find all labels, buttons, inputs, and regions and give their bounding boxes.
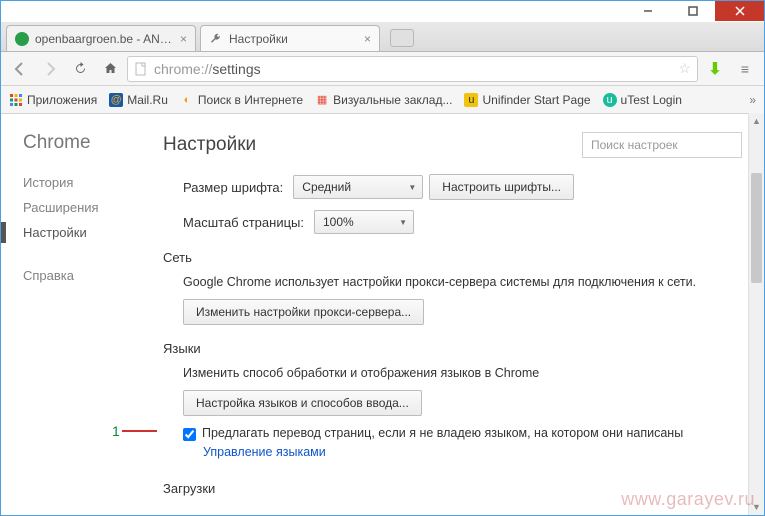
bookmark-mailru[interactable]: @ Mail.Ru <box>109 93 168 107</box>
window-close-button[interactable] <box>715 1 764 21</box>
utest-icon: u <box>603 93 617 107</box>
downloads-button[interactable]: ⬇ <box>702 56 728 82</box>
url-text: chrome://settings <box>154 61 261 77</box>
settings-sidebar: Chrome История Расширения Настройки Спра… <box>1 114 151 515</box>
sidebar-item-help[interactable]: Справка <box>23 263 151 288</box>
tab-close-icon[interactable]: × <box>364 32 371 46</box>
unifinder-icon: u <box>464 93 478 107</box>
font-size-label: Размер шрифта: <box>183 180 283 195</box>
visual-bookmarks-icon: ▦ <box>315 93 329 107</box>
network-description: Google Chrome использует настройки прокс… <box>183 275 742 289</box>
bookmarks-bar: Приложения @ Mail.Ru ◐ Поиск в Интернете ▦… <box>1 86 764 114</box>
languages-section-title: Языки <box>163 341 742 356</box>
tab-1[interactable]: Настройки × <box>200 25 380 51</box>
sidebar-item-extensions[interactable]: Расширения <box>23 195 151 220</box>
menu-button[interactable]: ≡ <box>732 56 758 82</box>
bookmark-utest[interactable]: u uTest Login <box>603 93 682 107</box>
watermark-text: www.garayev.ru <box>621 489 755 510</box>
address-bar[interactable]: chrome://settings ☆ <box>127 56 698 82</box>
tab-strip: openbaargroen.be - ANRG × Настройки × <box>1 22 764 52</box>
bookmark-star-icon[interactable]: ☆ <box>678 60 691 77</box>
annotation-callout: 1 <box>112 423 157 439</box>
page-title: Настройки <box>163 134 256 156</box>
tab-close-icon[interactable]: × <box>180 32 187 46</box>
bookmark-visual[interactable]: ▦ Визуальные заклад... <box>315 93 452 107</box>
mailru-icon: @ <box>109 93 123 107</box>
favicon-icon <box>15 32 29 46</box>
sidebar-brand: Chrome <box>23 132 151 154</box>
bookmark-label: Mail.Ru <box>127 93 168 107</box>
languages-description: Изменить способ обработки и отображения … <box>183 366 742 380</box>
maximize-icon <box>688 6 698 16</box>
bookmark-label: Визуальные заклад... <box>333 93 452 107</box>
wrench-icon <box>209 32 223 46</box>
proxy-settings-button[interactable]: Изменить настройки прокси-сервера... <box>183 299 424 325</box>
home-icon <box>103 61 118 76</box>
tab-label: Настройки <box>229 32 358 46</box>
tab-0[interactable]: openbaargroen.be - ANRG × <box>6 25 196 51</box>
reload-icon <box>73 61 88 76</box>
nav-toolbar: chrome://settings ☆ ⬇ ≡ <box>1 52 764 86</box>
window-titlebar <box>1 1 764 22</box>
annotation-line <box>122 430 157 432</box>
download-arrow-icon: ⬇ <box>708 59 721 79</box>
arrow-right-icon <box>42 61 58 77</box>
search-icon: ◐ <box>180 93 194 107</box>
home-button[interactable] <box>97 56 123 82</box>
sidebar-item-history[interactable]: История <box>23 170 151 195</box>
minimize-icon <box>643 6 653 16</box>
settings-main: Настройки Поиск настроек Размер шрифта: … <box>151 114 764 515</box>
bookmark-label: Unifinder Start Page <box>482 93 590 107</box>
hamburger-icon: ≡ <box>741 61 749 77</box>
network-section-title: Сеть <box>163 250 742 265</box>
bookmark-search[interactable]: ◐ Поиск в Интернете <box>180 93 303 107</box>
page-icon <box>134 62 148 76</box>
page-zoom-select[interactable]: 100% <box>314 210 414 234</box>
window-minimize-button[interactable] <box>625 1 670 21</box>
bookmark-label: uTest Login <box>621 93 682 107</box>
scroll-up-icon[interactable]: ▲ <box>749 113 764 129</box>
language-settings-button[interactable]: Настройка языков и способов ввода... <box>183 390 422 416</box>
apps-button[interactable]: Приложения <box>9 93 97 107</box>
forward-button[interactable] <box>37 56 63 82</box>
bookmarks-overflow-button[interactable]: » <box>749 93 756 107</box>
offer-translate-label: Предлагать перевод страниц, если я не вл… <box>202 426 683 440</box>
vertical-scrollbar[interactable]: ▲ ▼ <box>748 113 764 515</box>
annotation-number: 1 <box>112 423 120 439</box>
page-zoom-label: Масштаб страницы: <box>183 215 304 230</box>
scrollbar-thumb[interactable] <box>751 173 762 283</box>
manage-languages-link[interactable]: Управление языками <box>203 445 326 459</box>
close-icon <box>735 6 745 16</box>
font-size-select[interactable]: Средний <box>293 175 423 199</box>
customize-fonts-button[interactable]: Настроить шрифты... <box>429 174 574 200</box>
offer-translate-checkbox[interactable] <box>183 428 196 441</box>
apps-label: Приложения <box>27 93 97 107</box>
tab-label: openbaargroen.be - ANRG <box>35 32 174 46</box>
sidebar-item-settings[interactable]: Настройки <box>23 220 151 245</box>
bookmark-label: Поиск в Интернете <box>198 93 303 107</box>
back-button[interactable] <box>7 56 33 82</box>
new-tab-button[interactable] <box>390 29 414 47</box>
window-maximize-button[interactable] <box>670 1 715 21</box>
bookmark-unifinder[interactable]: u Unifinder Start Page <box>464 93 590 107</box>
search-settings-input[interactable]: Поиск настроек <box>582 132 742 158</box>
arrow-left-icon <box>12 61 28 77</box>
reload-button[interactable] <box>67 56 93 82</box>
apps-grid-icon <box>9 93 23 107</box>
